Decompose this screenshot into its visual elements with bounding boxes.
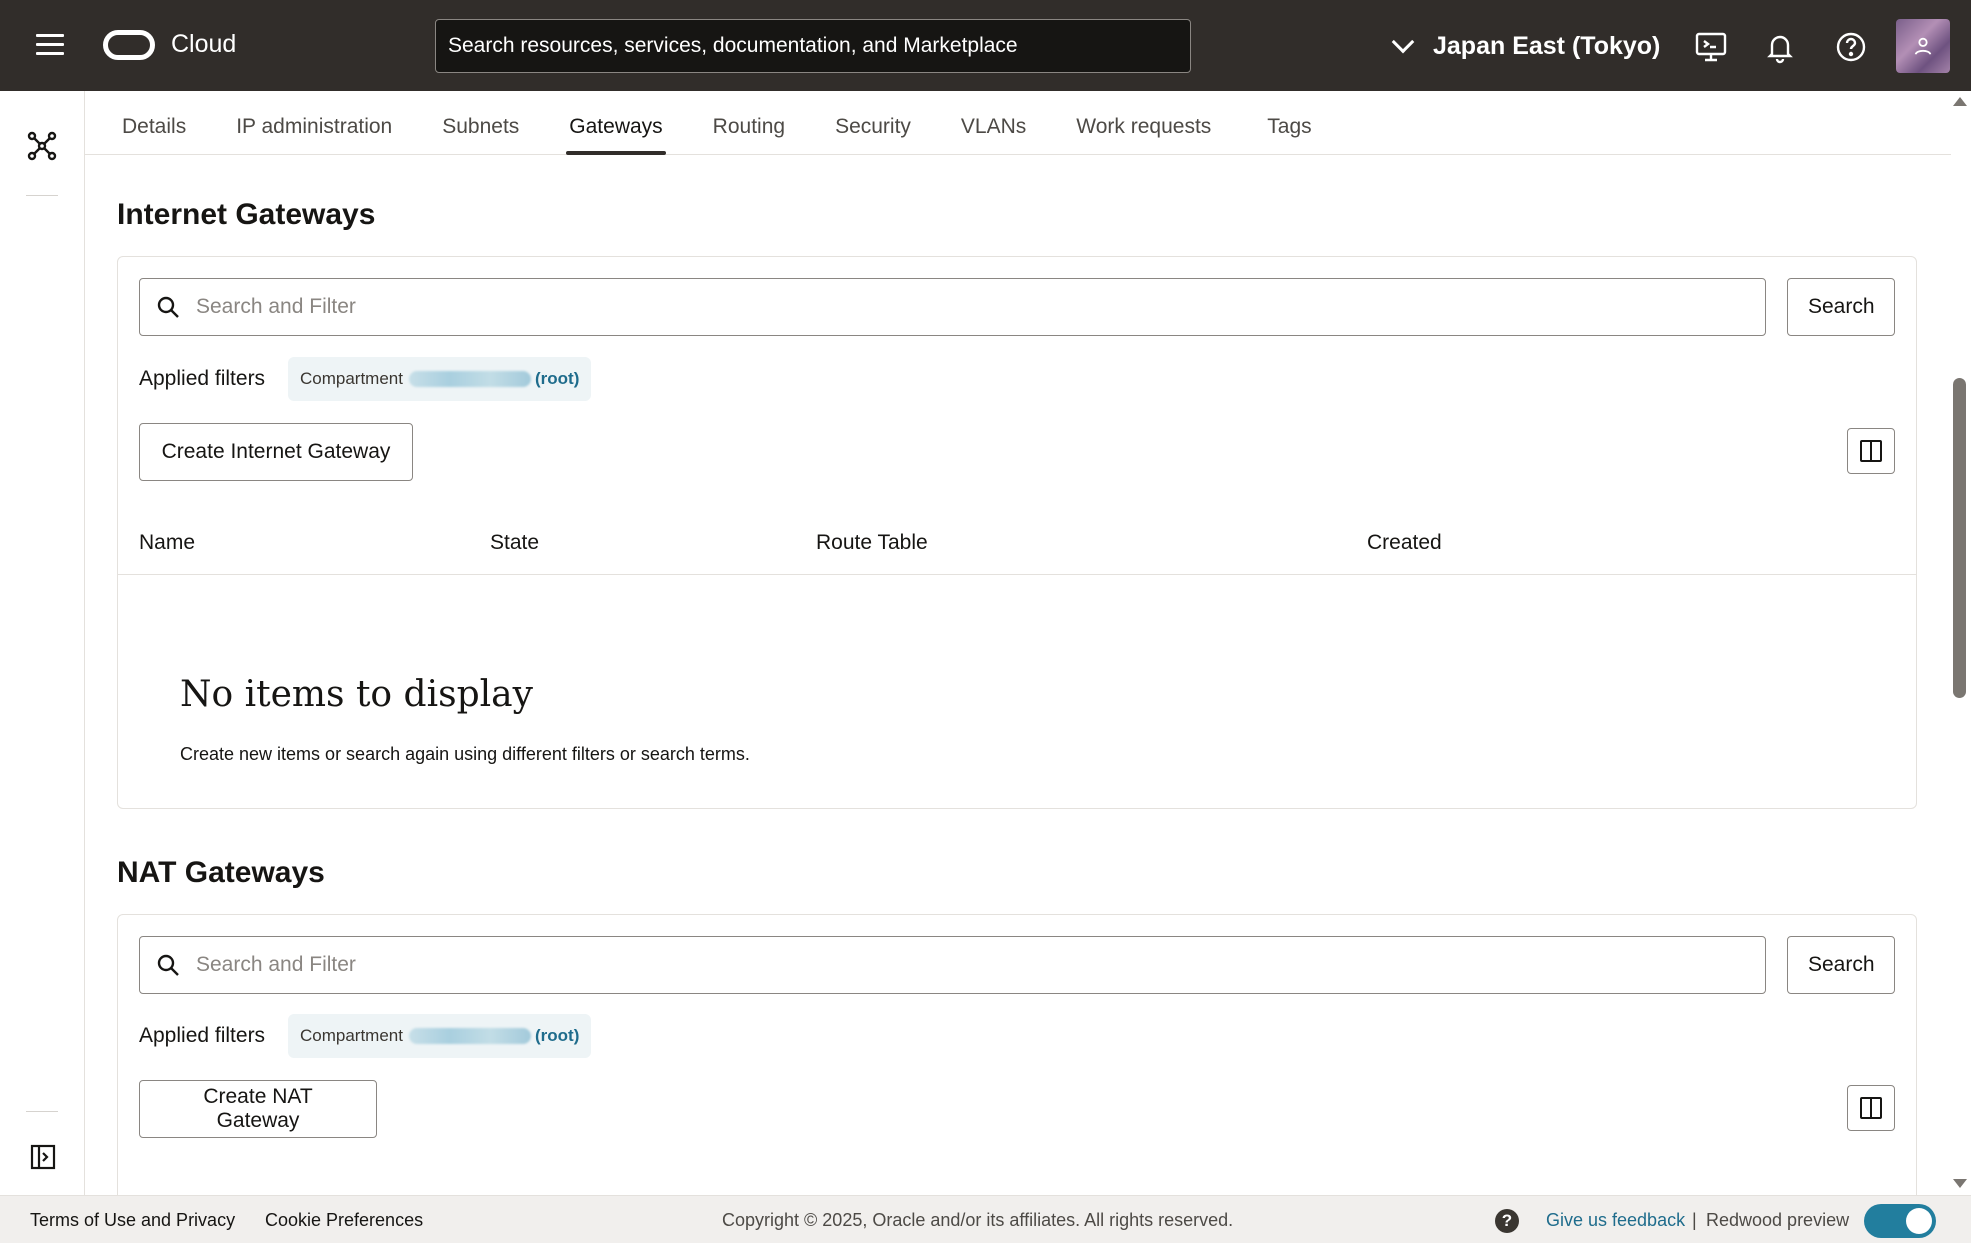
column-header-route-table[interactable]: Route Table [816,531,928,555]
region-selector[interactable]: Japan East (Tokyo) [1391,28,1661,64]
copyright-text: Copyright © 2025, Oracle and/or its affi… [722,1210,1234,1230]
user-avatar[interactable] [1896,19,1950,73]
internet-gateways-search-box [139,278,1766,336]
tab-gateways[interactable]: Gateways [566,91,667,155]
help-icon[interactable] [1834,30,1868,64]
oracle-logo-icon[interactable] [103,30,155,60]
search-icon [157,296,179,318]
redwood-preview-label: Redwood preview [1706,1210,1850,1230]
menu-icon[interactable] [36,34,64,56]
nat-gateways-title: NAT Gateways [117,856,325,889]
nat-gateways-search-box [139,936,1766,994]
tab-routing[interactable]: Routing [713,91,785,155]
tab-ip-administration[interactable]: IP administration [236,91,392,155]
tab-work-requests[interactable]: Work requests [1076,91,1211,155]
tab-tags[interactable]: Tags [1267,91,1311,155]
chip-label: Compartment [300,369,403,388]
tab-details[interactable]: Details [122,91,186,155]
scroll-down-arrow-icon[interactable] [1953,1179,1967,1188]
left-rail [0,91,85,1195]
tab-vlans[interactable]: VLANs [961,91,1026,155]
manage-columns-button[interactable] [1847,428,1895,474]
cloud-shell-icon[interactable] [1694,30,1728,64]
cookie-preferences-link[interactable]: Cookie Preferences [265,1210,423,1231]
internet-gateways-search-button[interactable]: Search [1787,278,1895,336]
compartment-filter-chip[interactable]: Compartment (root) [288,357,592,401]
internet-gateways-panel [117,256,1917,809]
column-header-name[interactable]: Name [139,531,195,555]
nat-gateways-search-input[interactable] [196,940,1765,990]
create-nat-gateway-button[interactable]: Create NAT Gateway [139,1080,377,1138]
give-feedback-link[interactable]: Give us feedback [1546,1210,1685,1231]
nat-gateways-search-button[interactable]: Search [1787,936,1895,994]
empty-state-title: No items to display [180,674,533,715]
empty-state-subtitle: Create new items or search again using d… [180,744,750,764]
column-header-state[interactable]: State [490,531,539,555]
internet-gateways-title: Internet Gateways [117,198,376,231]
search-icon [157,954,179,976]
tab-security[interactable]: Security [835,91,911,155]
global-search-input[interactable] [435,19,1191,73]
networking-icon[interactable] [27,131,57,161]
rail-divider [26,195,58,196]
page-footer: Terms of Use and Privacy Cookie Preferen… [0,1195,1971,1243]
help-circle-icon[interactable]: ? [1495,1209,1519,1233]
tab-subnets[interactable]: Subnets [442,91,519,155]
chip-root: (root) [534,1026,580,1045]
notifications-bell-icon[interactable] [1763,30,1797,64]
toggle-knob [1906,1208,1932,1234]
compartment-filter-chip[interactable]: Compartment (root) [288,1014,592,1058]
page-scrollbar-thumb[interactable] [1953,378,1966,698]
chevron-down-icon [1391,30,1415,54]
top-header: Cloud Japan East (Tokyo) [0,0,1971,91]
user-icon [1914,37,1932,55]
chip-root: (root) [534,369,580,388]
table-header-divider [118,574,1916,575]
internet-gateways-search-input[interactable] [196,282,1765,332]
scroll-up-arrow-icon[interactable] [1953,97,1967,106]
column-header-created[interactable]: Created [1367,531,1442,555]
applied-filters-label: Applied filters [139,1024,266,1047]
columns-icon [1860,440,1882,462]
terms-link[interactable]: Terms of Use and Privacy [30,1210,235,1231]
redacted-compartment-name [408,1028,531,1044]
columns-icon [1860,1097,1882,1119]
redwood-preview-toggle[interactable] [1864,1204,1936,1238]
manage-columns-button[interactable] [1847,1085,1895,1131]
expand-panel-icon[interactable] [30,1144,56,1170]
rail-divider [26,1111,58,1112]
redacted-compartment-name [408,371,531,387]
create-internet-gateway-button[interactable]: Create Internet Gateway [139,423,413,481]
resource-tabs: Details IP administration Subnets Gatewa… [85,91,1955,155]
chip-label: Compartment [300,1026,403,1045]
region-label: Japan East (Tokyo) [1433,31,1661,60]
applied-filters-label: Applied filters [139,367,266,390]
footer-separator: | [1692,1210,1697,1230]
brand-name[interactable]: Cloud [171,30,236,59]
